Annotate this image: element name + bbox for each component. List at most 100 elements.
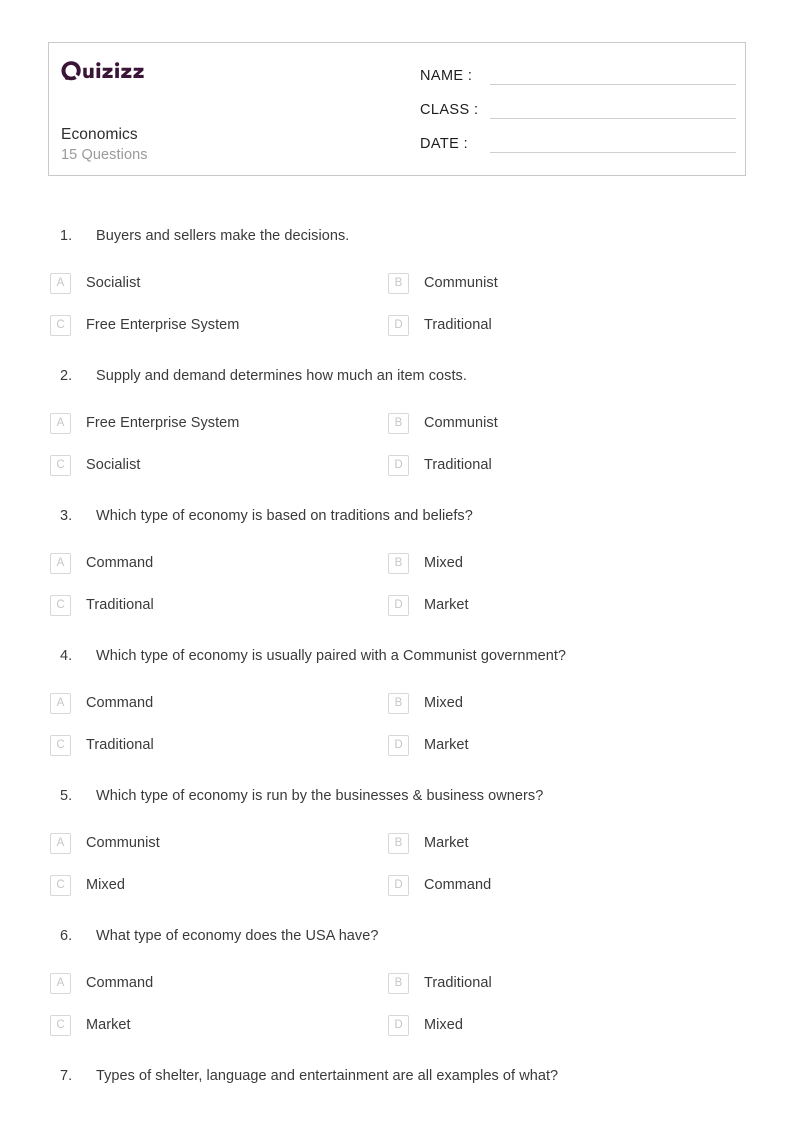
option-label: Market (424, 737, 469, 753)
option-label: Communist (424, 275, 498, 291)
option-letter-box[interactable]: A (50, 412, 71, 434)
option-letter-box[interactable]: D (388, 454, 409, 476)
option-letter-box[interactable]: D (388, 734, 409, 756)
answer-option-a[interactable]: A Free Enterprise System (50, 402, 388, 444)
header-left-section: Economics 15 Questions (60, 43, 400, 175)
option-letter-box[interactable]: A (50, 832, 71, 854)
answer-option-d[interactable]: D Command (388, 864, 726, 906)
answer-option-b[interactable]: B Mixed (388, 682, 726, 724)
option-label: Mixed (424, 555, 463, 571)
option-letter-box[interactable]: C (50, 874, 71, 896)
option-letter-box[interactable]: A (50, 692, 71, 714)
option-label: Command (86, 695, 154, 711)
date-input[interactable] (490, 135, 736, 153)
option-letter-box[interactable]: D (388, 594, 409, 616)
question-number: 2. (60, 368, 73, 384)
option-letter-box[interactable]: B (388, 692, 409, 714)
answer-option-a[interactable]: A Command (50, 962, 388, 1004)
class-input[interactable] (490, 101, 736, 119)
option-letter-box[interactable]: D (388, 874, 409, 896)
answer-option-b[interactable]: B Communist (388, 262, 726, 304)
answer-option-b[interactable]: B Mixed (388, 542, 726, 584)
quiz-question-count: 15 Questions (61, 147, 148, 163)
answer-options-grid: A Free Enterprise System B Communist C Social… (0, 402, 794, 486)
worksheet-page: Economics 15 Questions NAME : CLASS : DA… (0, 0, 794, 1123)
question-block: 6. What type of economy does the USA have… (0, 927, 794, 1067)
answer-option-c[interactable]: C Mixed (50, 864, 388, 906)
class-field-label: CLASS : (420, 102, 479, 118)
option-letter-box[interactable]: C (50, 734, 71, 756)
option-label: Mixed (424, 1017, 463, 1033)
answer-option-a[interactable]: A Socialist (50, 262, 388, 304)
answer-options-grid: A Command B Traditional C Market D Mixed (0, 962, 794, 1046)
option-label: Free Enterprise System (86, 317, 240, 333)
answer-option-c[interactable]: C Free Enterprise System (50, 304, 388, 346)
option-letter-box[interactable]: C (50, 454, 71, 476)
option-letter-box[interactable]: B (388, 552, 409, 574)
option-letter-box[interactable]: D (388, 1014, 409, 1036)
quiz-title: Economics (61, 126, 138, 143)
answer-option-a[interactable]: A Communist (50, 822, 388, 864)
date-field-row: DATE : (420, 135, 736, 169)
option-letter-box[interactable]: A (50, 972, 71, 994)
answer-option-a[interactable]: A Command (50, 542, 388, 584)
answer-option-b[interactable]: B Market (388, 822, 726, 864)
answer-options-grid: A Communist B Market C Mixed D Command (0, 822, 794, 906)
date-field-label: DATE : (420, 136, 469, 152)
answer-options-grid: A Command B Mixed C Traditional D Market (0, 542, 794, 626)
name-input[interactable] (490, 67, 736, 85)
question-header: 7. Types of shelter, language and enterta… (0, 1067, 794, 1102)
option-letter-box[interactable]: B (388, 412, 409, 434)
question-header: 5. Which type of economy is run by the bu… (0, 787, 794, 822)
question-text: Buyers and sellers make the decisions. (96, 228, 350, 244)
question-block: 3. Which type of economy is based on trad… (0, 507, 794, 647)
answer-option-d[interactable]: D Traditional (388, 304, 726, 346)
question-block: 7. Types of shelter, language and enterta… (0, 1067, 794, 1123)
option-letter-box[interactable]: A (50, 272, 71, 294)
student-info-fields: NAME : CLASS : DATE : (420, 67, 736, 169)
option-letter-box[interactable]: C (50, 1014, 71, 1036)
option-label: Command (86, 555, 154, 571)
option-label: Socialist (86, 457, 141, 473)
answer-option-d[interactable]: D Market (388, 724, 726, 766)
option-letter-box[interactable]: D (388, 314, 409, 336)
option-letter-box[interactable]: B (388, 832, 409, 854)
question-number: 5. (60, 788, 73, 804)
option-label: Traditional (424, 975, 492, 991)
question-number: 7. (60, 1068, 73, 1084)
option-letter-box[interactable]: A (50, 552, 71, 574)
class-field-row: CLASS : (420, 101, 736, 135)
answer-option-a[interactable]: A Command (50, 682, 388, 724)
answer-option-d[interactable]: D Market (388, 584, 726, 626)
option-letter-box[interactable]: C (50, 594, 71, 616)
answer-option-c[interactable]: C Market (50, 1004, 388, 1046)
option-label: Socialist (86, 275, 141, 291)
question-block: 2. Supply and demand determines how much … (0, 367, 794, 507)
question-block: 1. Buyers and sellers make the decisions.… (0, 227, 794, 367)
option-letter-box[interactable]: C (50, 314, 71, 336)
answer-options-grid: A Command B Mixed C Traditional D Market (0, 682, 794, 766)
option-label: Market (424, 597, 469, 613)
option-label: Free Enterprise System (86, 415, 240, 431)
question-header: 6. What type of economy does the USA have… (0, 927, 794, 962)
answer-option-c[interactable]: C Traditional (50, 724, 388, 766)
name-field-row: NAME : (420, 67, 736, 101)
question-header: 1. Buyers and sellers make the decisions. (0, 227, 794, 262)
answer-option-c[interactable]: C Traditional (50, 584, 388, 626)
question-text: What type of economy does the USA have? (96, 928, 379, 944)
option-label: Communist (86, 835, 160, 851)
answer-option-d[interactable]: D Traditional (388, 444, 726, 486)
option-letter-box[interactable]: B (388, 272, 409, 294)
answer-option-b[interactable]: B Communist (388, 402, 726, 444)
question-text: Which type of economy is run by the busi… (96, 788, 544, 804)
answer-option-b[interactable]: B Traditional (388, 962, 726, 1004)
option-letter-box[interactable]: B (388, 972, 409, 994)
name-field-label: NAME : (420, 68, 473, 84)
option-label: Traditional (86, 597, 154, 613)
answer-option-c[interactable]: C Socialist (50, 444, 388, 486)
answer-option-d[interactable]: D Mixed (388, 1004, 726, 1046)
question-number: 1. (60, 228, 73, 244)
question-text: Which type of economy is usually paired … (96, 648, 567, 664)
question-number: 6. (60, 928, 73, 944)
option-label: Mixed (424, 695, 463, 711)
